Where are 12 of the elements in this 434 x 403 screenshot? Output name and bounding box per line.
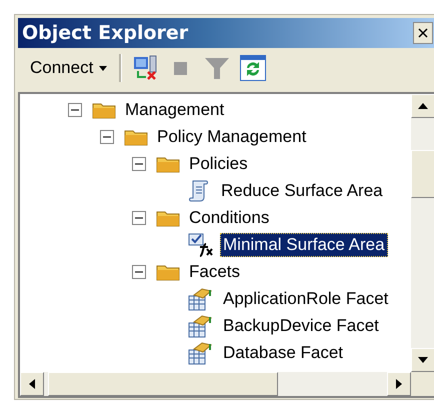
tree-item[interactable]: Policy Management [154,124,310,148]
tree-item[interactable]: Database Facet [220,340,346,364]
tree-item[interactable]: Policies [186,152,251,176]
tree-item[interactable]: Reduce Surface Area [218,178,386,202]
tree-item[interactable]: BackupDevice Facet [220,314,382,338]
tree-item[interactable]: Conditions [186,206,272,230]
tree-item[interactable]: Minimal Surface Area [220,232,388,256]
tree-item[interactable]: Management [122,98,228,122]
tree-item[interactable]: Facets [186,260,244,284]
tree-item[interactable]: ApplicationRole Facet [220,286,392,310]
window-title: Object Explorer [22,22,188,44]
connect-button[interactable]: Connect [28,56,110,80]
